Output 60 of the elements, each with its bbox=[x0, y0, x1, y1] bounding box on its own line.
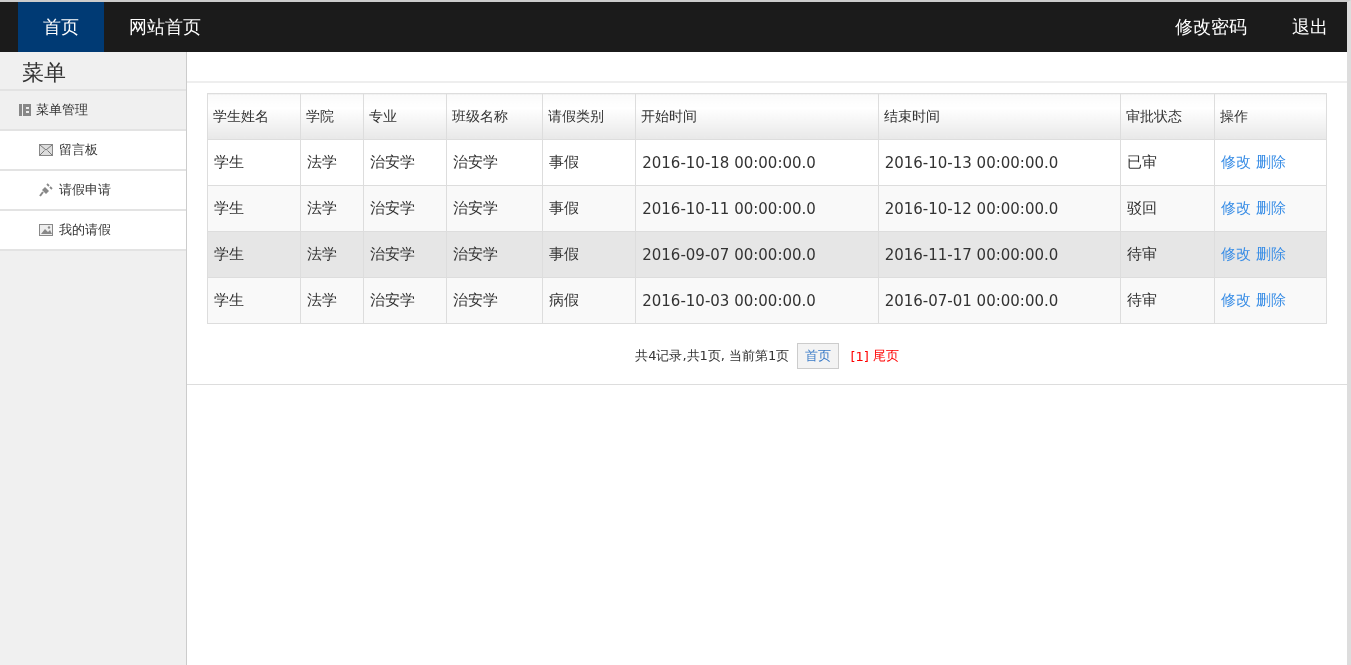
image-icon bbox=[39, 224, 53, 236]
table-cell: 2016-10-18 00:00:00.0 bbox=[635, 139, 879, 186]
first-page-button[interactable]: 首页 bbox=[797, 343, 840, 369]
table-cell: 学生 bbox=[207, 139, 301, 186]
table-cell: 2016-07-01 00:00:00.0 bbox=[878, 277, 1121, 324]
column-header: 学院 bbox=[300, 93, 364, 140]
column-header: 班级名称 bbox=[446, 93, 543, 140]
column-header: 操作 bbox=[1214, 93, 1327, 140]
table-cell: 2016-10-11 00:00:00.0 bbox=[635, 185, 879, 232]
table-row[interactable]: 学生 法学 治安学 治安学 事假 2016-10-18 00:00:00.0 2016-10-13 00:00:00.0 已审 修改 删除 bbox=[207, 139, 1327, 186]
table-cell: 治安学 bbox=[446, 277, 543, 324]
table-cell: 待审 bbox=[1120, 277, 1215, 324]
table-cell: 事假 bbox=[542, 231, 636, 278]
edit-link[interactable]: 修改 bbox=[1220, 153, 1251, 171]
table-cell: 2016-10-12 00:00:00.0 bbox=[878, 185, 1121, 232]
page-link[interactable]: [1] bbox=[850, 348, 869, 364]
table-cell: 2016-09-07 00:00:00.0 bbox=[635, 231, 879, 278]
table-cell: 法学 bbox=[300, 231, 364, 278]
table-cell: 学生 bbox=[207, 185, 301, 232]
table-cell: 治安学 bbox=[446, 139, 543, 186]
table-cell: 学生 bbox=[207, 231, 301, 278]
last-page-link[interactable]: 尾页 bbox=[872, 347, 899, 365]
table-cell: 治安学 bbox=[446, 185, 543, 232]
nav-link[interactable]: 退出 bbox=[1247, 2, 1328, 52]
table-cell: 治安学 bbox=[363, 277, 447, 324]
table-cell: 事假 bbox=[542, 139, 636, 186]
table-cell: 治安学 bbox=[363, 231, 447, 278]
column-header: 开始时间 bbox=[635, 93, 879, 140]
column-header: 请假类别 bbox=[542, 93, 636, 140]
column-header: 结束时间 bbox=[878, 93, 1121, 140]
nav-tab[interactable]: 网站首页 bbox=[104, 2, 226, 52]
table-cell: 2016-10-03 00:00:00.0 bbox=[635, 277, 879, 324]
column-header: 专业 bbox=[363, 93, 447, 140]
book-icon bbox=[18, 103, 32, 117]
sidebar-item[interactable]: 留言板 bbox=[0, 131, 186, 171]
table-cell: 事假 bbox=[542, 185, 636, 232]
nav-tab[interactable]: 首页 bbox=[18, 2, 104, 52]
envelope-icon bbox=[39, 144, 53, 156]
pager-summary: 共4记录,共1页, 当前第1页 bbox=[635, 347, 790, 365]
table-cell: 病假 bbox=[542, 277, 636, 324]
nav-link[interactable]: 修改密码 bbox=[1130, 2, 1247, 52]
table-cell: 待审 bbox=[1120, 231, 1215, 278]
plug-icon bbox=[39, 183, 53, 197]
table-cell: 学生 bbox=[207, 277, 301, 324]
table-cell: 治安学 bbox=[446, 231, 543, 278]
table-cell: 法学 bbox=[300, 277, 364, 324]
table-cell: 法学 bbox=[300, 185, 364, 232]
sidebar-title: 菜单 bbox=[0, 52, 186, 91]
sidebar-item[interactable]: 我的请假 bbox=[0, 211, 186, 251]
table-cell: 2016-10-13 00:00:00.0 bbox=[878, 139, 1121, 186]
delete-link[interactable]: 删除 bbox=[1255, 153, 1286, 171]
sidebar-item[interactable]: 请假申请 bbox=[0, 171, 186, 211]
table-cell: 已审 bbox=[1120, 139, 1215, 186]
table-cell: 2016-11-17 00:00:00.0 bbox=[878, 231, 1121, 278]
table-cell: 法学 bbox=[300, 139, 364, 186]
column-header: 学生姓名 bbox=[207, 93, 301, 140]
table-cell: 驳回 bbox=[1120, 185, 1215, 232]
table-cell: 治安学 bbox=[363, 139, 447, 186]
table-cell: 治安学 bbox=[363, 185, 447, 232]
column-header: 审批状态 bbox=[1120, 93, 1215, 140]
